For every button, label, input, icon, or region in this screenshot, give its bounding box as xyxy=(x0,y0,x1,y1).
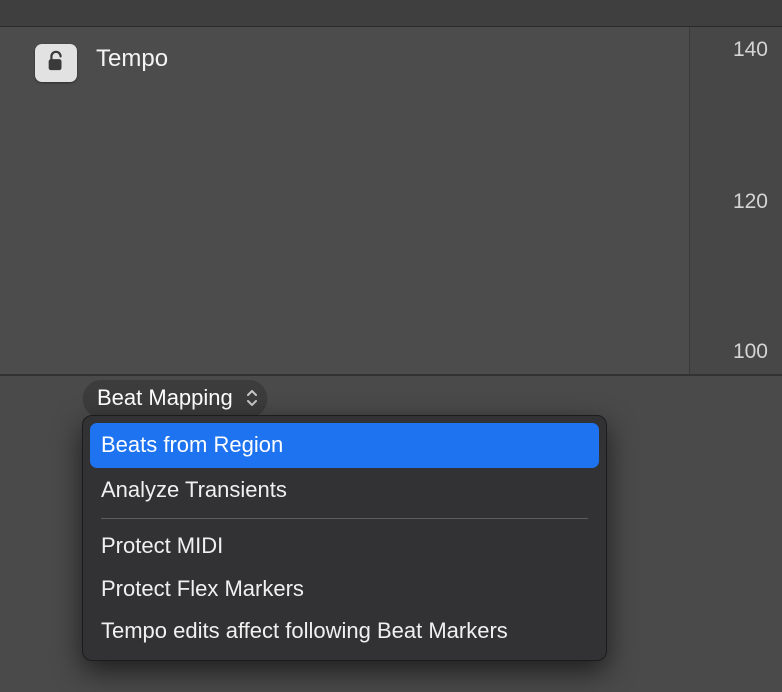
menu-item-beats-from-region[interactable]: Beats from Region xyxy=(90,423,599,468)
tempo-scale-ruler: 140 120 100 xyxy=(689,27,782,374)
menu-item-analyze-transients[interactable]: Analyze Transients xyxy=(90,468,599,513)
tempo-track-area xyxy=(0,27,782,374)
global-top-strip xyxy=(0,0,782,27)
lock-button[interactable] xyxy=(35,44,77,82)
beat-mapping-popup-label: Beat Mapping xyxy=(97,385,233,411)
menu-item-protect-flex-markers[interactable]: Protect Flex Markers xyxy=(90,568,599,611)
chevron-up-down-icon xyxy=(245,388,259,408)
scale-value: 100 xyxy=(733,340,768,364)
scale-value: 140 xyxy=(733,38,768,62)
beat-mapping-menu: Beats from Region Analyze Transients Pro… xyxy=(82,415,607,661)
unlock-icon xyxy=(45,49,67,78)
menu-item-protect-midi[interactable]: Protect MIDI xyxy=(90,525,599,568)
track-name-label: Tempo xyxy=(96,45,168,73)
scale-value: 120 xyxy=(733,190,768,214)
beat-mapping-popup-button[interactable]: Beat Mapping xyxy=(83,380,267,416)
menu-item-tempo-edits-affect[interactable]: Tempo edits affect following Beat Marker… xyxy=(90,610,599,653)
menu-separator xyxy=(101,518,588,519)
